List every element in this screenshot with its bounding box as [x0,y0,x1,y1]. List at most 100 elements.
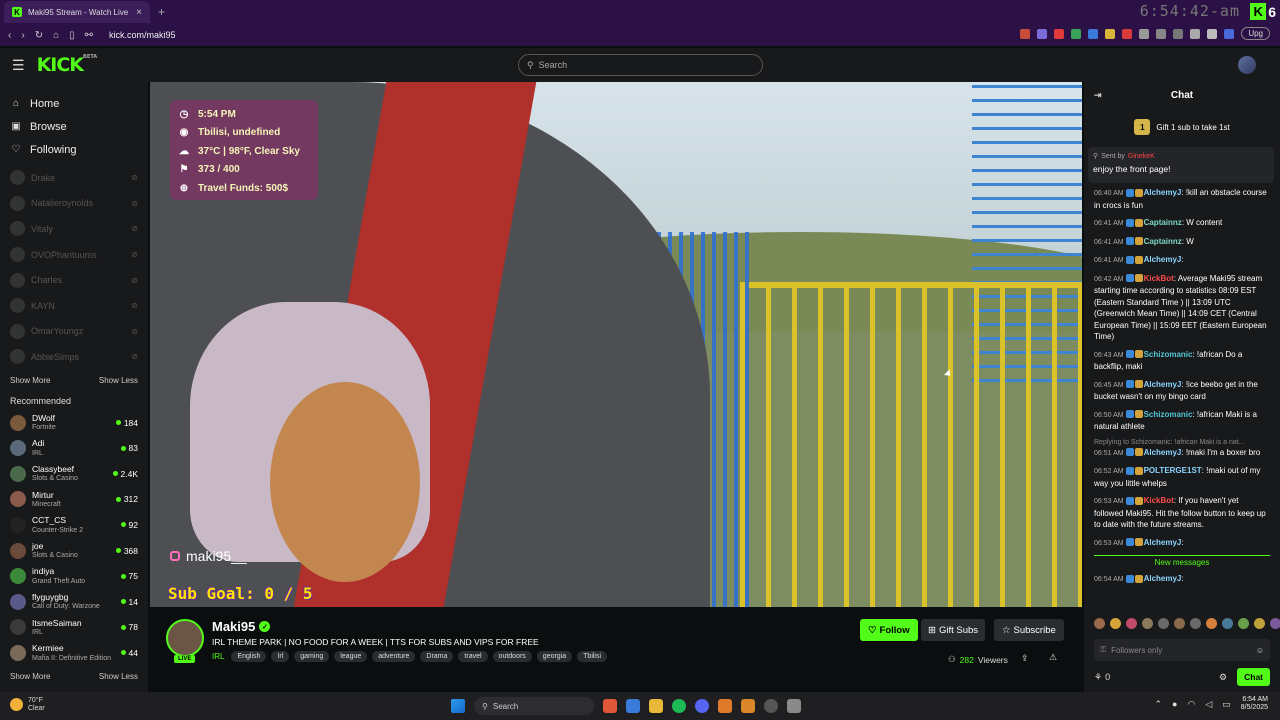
follow-button[interactable]: ♡ Follow [860,619,918,641]
sidebar-following-item[interactable]: AbbieSimps ⊘ [0,344,148,370]
chat-message[interactable]: 06:41 AM Captainnz: W content [1094,217,1270,230]
chat-message[interactable]: 06:50 AM Schizomanic: !african Maki is a … [1094,409,1270,433]
sidebar-following-item[interactable]: Charles ⊘ [0,267,148,293]
chat-message[interactable]: 06:54 AM AlchemyJ: [1094,573,1270,586]
message-user[interactable]: Captainnz [1144,218,1182,227]
battery-icon[interactable]: ▭ [1222,699,1231,710]
tab-close-icon[interactable]: × [136,7,142,18]
stream-tag[interactable]: Irl [271,651,290,662]
recommended-item[interactable]: ItsmeSaiman IRL 78 [0,615,148,641]
stream-tag[interactable]: travel [458,651,488,662]
microphone-icon[interactable]: ● [1172,699,1177,709]
emote-icon[interactable] [1110,618,1121,629]
site-settings-icon[interactable]: ⚯ [85,30,93,41]
vpn-icon[interactable] [1224,28,1235,39]
extension-icon[interactable] [1020,28,1031,39]
emote-icon[interactable] [1206,618,1217,629]
recommended-item[interactable]: DWolf Fortnite 184 [0,410,148,436]
message-user[interactable]: AlchemyJ [1144,574,1182,583]
sidebar-item-home[interactable]: ⌂ Home [0,92,148,115]
message-user[interactable]: Schizomanic [1144,410,1193,419]
chat-message[interactable]: 06:40 AM AlchemyJ: !kill an obstacle cour… [1094,187,1270,211]
message-user[interactable]: AlchemyJ [1144,538,1182,547]
emote-icon[interactable] [1142,618,1153,629]
reload-icon[interactable]: ↻ [35,30,43,41]
sidebar-item-browse[interactable]: ▣ Browse [0,115,148,138]
stream-tag[interactable]: georgia [536,651,573,662]
wifi-icon[interactable]: ◠ [1187,699,1195,710]
metamask-icon[interactable] [718,699,732,713]
media-icon[interactable] [1190,28,1201,39]
emote-icon[interactable] [1238,618,1249,629]
user-avatar[interactable] [1238,56,1256,74]
message-user[interactable]: AlchemyJ [1144,448,1182,457]
upgrade-button[interactable]: Upg [1241,27,1270,40]
extension-icon[interactable] [1139,28,1150,39]
stream-tag[interactable]: Tbilisi [577,651,608,662]
emote-picker-icon[interactable]: ☺ [1256,646,1264,655]
recommended-item[interactable]: CCT_CS Counter-Strike 2 92 [0,512,148,538]
recommended-item[interactable]: flyguygbg Call of Duty: Warzone 14 [0,589,148,615]
collapse-chat-icon[interactable]: ⇥ [1094,90,1102,101]
obs-icon[interactable] [764,699,778,713]
recommended-item[interactable]: Mirtur Minecraft 312 [0,487,148,513]
extension-icon[interactable] [1173,28,1184,39]
emote-icon[interactable] [1126,618,1137,629]
recommended-item[interactable]: joe Slots & Casino 368 [0,538,148,564]
extension-icon[interactable] [1156,28,1167,39]
streamer-avatar[interactable] [166,619,204,657]
settings-icon[interactable] [787,699,801,713]
browser-tab[interactable]: K Maki95 Stream - Watch Live ... × [4,1,150,23]
chat-message[interactable]: 06:41 AM AlchemyJ: [1094,254,1270,267]
recommended-item[interactable]: Classybeef Slots & Casino 2.4K [0,461,148,487]
bookmark-icon[interactable]: ▯ [69,30,75,41]
extension-icon[interactable] [1037,28,1048,39]
show-more-button[interactable]: Show More [10,376,50,390]
show-less-button[interactable]: Show Less [99,672,138,686]
extension-icon[interactable] [1122,28,1133,39]
emote-icon[interactable] [1094,618,1105,629]
chat-message[interactable]: 06:45 AM AlchemyJ: !ice beebo get in the … [1094,379,1270,403]
home-browser-icon[interactable]: ⌂ [53,30,59,41]
emote-icon[interactable] [1174,618,1185,629]
taskbar-search[interactable]: ⚲ Search [474,697,594,715]
recommended-item[interactable]: indiya Grand Theft Auto 75 [0,563,148,589]
menu-icon[interactable]: ☰ [12,57,25,74]
emote-icon[interactable] [1222,618,1233,629]
stream-tag[interactable]: adventure [372,651,416,662]
chat-input[interactable]: ⚿ Followers only ☺ [1094,639,1270,661]
windows-start-icon[interactable] [451,699,465,713]
message-user[interactable]: KickBot [1144,274,1174,283]
chat-message[interactable]: 06:42 AM KickBot: Average Maki95 stream s… [1094,273,1270,343]
extension-icon[interactable] [1054,28,1065,39]
channel-points[interactable]: ⚘ 0 [1094,672,1110,683]
subscribe-button[interactable]: ☆ Subscribe [994,619,1064,641]
show-more-button[interactable]: Show More [10,672,50,686]
chevron-up-icon[interactable]: ⌃ [1154,699,1162,710]
emote-icon[interactable] [1254,618,1265,629]
stream-tag[interactable]: gaming [294,651,330,662]
app-icon[interactable] [741,699,755,713]
sidebar-following-item[interactable]: OmarYoungz ⊘ [0,319,148,345]
sidebar-following-item[interactable]: OVOPhantuums ⊘ [0,242,148,268]
gift-subs-button[interactable]: ⊞ Gift Subs [921,619,986,641]
extension-icon[interactable] [1105,28,1116,39]
send-chat-button[interactable]: Chat [1237,668,1270,686]
message-user[interactable]: POLTERGE1ST [1144,466,1202,475]
sidebar-following-item[interactable]: Drake ⊘ [0,165,148,191]
emote-icon[interactable] [1158,618,1169,629]
task-view-icon[interactable] [626,699,640,713]
report-icon[interactable]: ⚠ [1049,652,1057,663]
chat-message[interactable]: 06:53 AM AlchemyJ: [1094,537,1270,550]
streamer-name[interactable]: Maki95 ✓ [212,619,271,634]
sidebar-item-following[interactable]: ♡ Following [0,138,148,161]
forward-icon[interactable]: › [21,30,24,41]
message-user[interactable]: Captainnz [1144,237,1182,246]
chat-message[interactable]: 06:53 AM KickBot: If you haven't yet foll… [1094,495,1270,531]
search-input[interactable]: ⚲ Search [518,54,763,76]
discord-icon[interactable] [695,699,709,713]
spotify-icon[interactable] [672,699,686,713]
show-less-button[interactable]: Show Less [99,376,138,390]
url-field[interactable]: kick.com/maki95 [109,30,176,40]
recommended-item[interactable]: Adi IRL 83 [0,435,148,461]
